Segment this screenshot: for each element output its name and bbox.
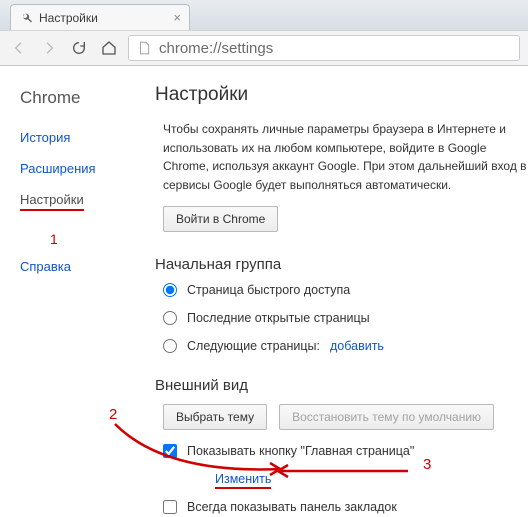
- home-icon: [101, 40, 117, 56]
- sidebar-item-history[interactable]: История: [20, 130, 70, 145]
- startup-option-pages[interactable]: Следующие страницы: добавить: [163, 339, 528, 353]
- radio-newtab[interactable]: [163, 283, 177, 297]
- url-text: chrome://settings: [159, 40, 273, 57]
- arrow-left-icon: [11, 40, 27, 56]
- annotation-3: 3: [423, 456, 431, 473]
- content: Настройки Чтобы сохранять личные парамет…: [135, 66, 528, 517]
- home-button[interactable]: [98, 37, 120, 59]
- browser-tab[interactable]: Настройки ×: [10, 4, 190, 30]
- show-home-checkbox[interactable]: [163, 444, 177, 458]
- radio-newtab-label: Страница быстрого доступа: [187, 283, 350, 297]
- startup-option-continue[interactable]: Последние открытые страницы: [163, 311, 528, 325]
- tab-title: Настройки: [39, 11, 98, 25]
- annotation-2: 2: [109, 406, 117, 423]
- radio-pages[interactable]: [163, 339, 177, 353]
- show-bookmarks-checkbox[interactable]: [163, 500, 177, 514]
- forward-button[interactable]: [38, 37, 60, 59]
- sidebar: Chrome История Расширения Настройки 1 Сп…: [0, 66, 135, 517]
- sign-in-button[interactable]: Войти в Chrome: [163, 206, 278, 232]
- section-appearance-title: Внешний вид: [155, 377, 528, 394]
- show-home-row[interactable]: Показывать кнопку "Главная страница": [163, 444, 528, 458]
- sidebar-item-help[interactable]: Справка: [20, 259, 71, 274]
- reload-icon: [71, 40, 87, 56]
- wrench-icon: [21, 12, 33, 24]
- show-bookmarks-label: Всегда показывать панель закладок: [187, 500, 397, 514]
- page: Chrome История Расширения Настройки 1 Сп…: [0, 66, 528, 517]
- sidebar-item-extensions[interactable]: Расширения: [20, 161, 96, 176]
- toolbar: chrome://settings: [0, 30, 528, 66]
- reset-theme-button[interactable]: Восстановить тему по умолчанию: [279, 404, 494, 430]
- close-icon[interactable]: ×: [173, 11, 181, 24]
- tab-strip: Настройки ×: [0, 0, 528, 30]
- startup-option-newtab[interactable]: Страница быстрого доступа: [163, 283, 528, 297]
- brand-label: Chrome: [20, 88, 135, 108]
- annotation-1: 1: [50, 231, 135, 247]
- radio-continue-label: Последние открытые страницы: [187, 311, 370, 325]
- show-bookmarks-row[interactable]: Всегда показывать панель закладок: [163, 500, 528, 514]
- change-home-link[interactable]: Изменить: [215, 472, 271, 489]
- sidebar-item-settings[interactable]: Настройки: [20, 192, 84, 211]
- radio-continue[interactable]: [163, 311, 177, 325]
- sync-description: Чтобы сохранять личные параметры браузер…: [163, 120, 528, 194]
- page-icon: [137, 41, 151, 55]
- arrow-right-icon: [41, 40, 57, 56]
- section-startup-title: Начальная группа: [155, 256, 528, 273]
- add-pages-link[interactable]: добавить: [330, 339, 384, 353]
- page-title: Настройки: [155, 84, 528, 106]
- reload-button[interactable]: [68, 37, 90, 59]
- back-button[interactable]: [8, 37, 30, 59]
- choose-theme-button[interactable]: Выбрать тему: [163, 404, 267, 430]
- show-home-label: Показывать кнопку "Главная страница": [187, 444, 414, 458]
- radio-pages-label: Следующие страницы:: [187, 339, 320, 353]
- address-bar[interactable]: chrome://settings: [128, 35, 520, 61]
